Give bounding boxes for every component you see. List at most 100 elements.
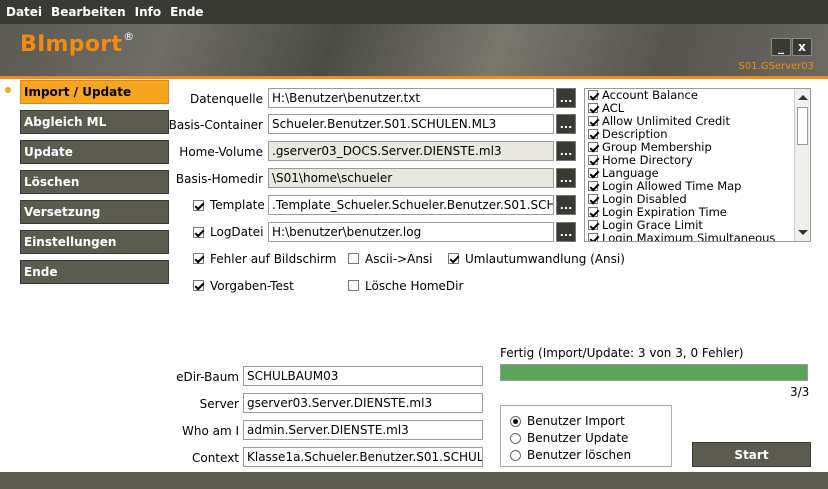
attr-label: Account Balance (602, 88, 698, 102)
accent-line (0, 76, 828, 79)
attr-label: Allow Unlimited Credit (602, 114, 730, 128)
logdatei-input[interactable]: H:\benutzer\benutzer.log (268, 222, 554, 242)
basis-container-input[interactable]: Schueler.Benutzer.S01.SCHULEN.ML3 (268, 114, 554, 134)
nav-versetzung[interactable]: Versetzung (20, 200, 169, 224)
app-name: BImport (20, 32, 123, 57)
server-input[interactable]: gserver03.Server.DIENSTE.ml3 (243, 393, 483, 413)
edir-baum-label: eDir-Baum (176, 370, 239, 384)
datenquelle-browse-button[interactable]: ... (556, 88, 576, 108)
nav-import-update[interactable]: Import / Update (20, 80, 169, 104)
ascii-label: Ascii->Ansi (365, 252, 433, 266)
radio-delete[interactable] (510, 450, 521, 461)
vorgaben-checkbox[interactable] (193, 280, 204, 291)
attr-checkbox[interactable] (588, 168, 598, 178)
datenquelle-label: Datenquelle (190, 92, 263, 106)
vorgaben-label: Vorgaben-Test (210, 279, 294, 293)
radio-update-label[interactable]: Benutzer Update (527, 431, 628, 445)
loesche-homedir-checkbox[interactable] (348, 280, 359, 291)
app-title: BImport® (20, 30, 135, 57)
scroll-up-icon[interactable] (798, 95, 808, 100)
whoami-input[interactable]: admin.Server.DIENSTE.ml3 (243, 420, 483, 440)
template-label: Template (210, 198, 265, 212)
progress-fill (501, 365, 807, 380)
ascii-checkbox[interactable] (348, 253, 359, 264)
registered-mark: ® (123, 30, 135, 43)
home-volume-label: Home-Volume (179, 145, 263, 159)
umlaut-label: Umlautumwandlung (Ansi) (465, 252, 625, 266)
attr-label: Group Membership (602, 140, 712, 154)
basis-homedir-label: Basis-Homedir (175, 172, 263, 186)
nav-ende[interactable]: Ende (20, 260, 169, 284)
menu-ende[interactable]: Ende (170, 5, 203, 19)
status-text: Fertig (Import/Update: 3 von 3, 0 Fehler… (500, 346, 744, 360)
attr-checkbox[interactable] (588, 181, 598, 191)
attr-label: Home Directory (602, 153, 693, 167)
list-item[interactable]: Login Maximum Simultaneous (585, 231, 810, 242)
attr-checkbox[interactable] (588, 220, 598, 230)
nav-loeschen[interactable]: Löschen (20, 170, 169, 194)
attr-checkbox[interactable] (588, 90, 598, 100)
home-volume-input[interactable]: .gserver03_DOCS.Server.DIENSTE.ml3 (268, 141, 554, 161)
menu-info[interactable]: Info (135, 5, 161, 19)
nav-update[interactable]: Update (20, 140, 169, 164)
footer-bar (0, 472, 828, 489)
fehler-checkbox[interactable] (193, 253, 204, 264)
radio-delete-label[interactable]: Benutzer löschen (527, 448, 631, 462)
home-volume-browse-button[interactable]: ... (556, 141, 576, 161)
attribute-list-scrollbar[interactable] (794, 89, 810, 241)
server-label: S01.GServer03 (738, 61, 814, 72)
attr-label: ACL (602, 101, 625, 115)
attr-checkbox[interactable] (588, 142, 598, 152)
radio-update[interactable] (510, 433, 521, 444)
menu-bar: Datei Bearbeiten Info Ende (0, 0, 828, 24)
minimize-button[interactable]: _ (771, 38, 791, 56)
menu-datei[interactable]: Datei (6, 5, 42, 19)
logdatei-checkbox[interactable] (193, 227, 204, 238)
active-bullet-icon (5, 87, 11, 93)
template-input[interactable]: .Template_Schueler.Schueler.Benutzer.S01… (268, 195, 554, 215)
scroll-down-icon[interactable] (798, 230, 808, 235)
datenquelle-input[interactable]: H:\Benutzer\benutzer.txt (268, 88, 554, 108)
loesche-homedir-label: Lösche HomeDir (365, 279, 464, 293)
server-field-label: Server (199, 397, 239, 411)
attr-checkbox[interactable] (588, 103, 598, 113)
basis-homedir-browse-button[interactable]: ... (556, 168, 576, 188)
action-radio-group: Benutzer Import Benutzer Update Benutzer… (500, 405, 672, 467)
template-browse-button[interactable]: ... (556, 195, 576, 215)
umlaut-checkbox[interactable] (448, 253, 459, 264)
logdatei-browse-button[interactable]: ... (556, 222, 576, 242)
start-button[interactable]: Start (692, 442, 811, 467)
attr-label: Login Maximum Simultaneous (602, 231, 776, 242)
attr-label: Login Disabled (602, 192, 687, 206)
progress-count: 3/3 (790, 385, 810, 399)
basis-container-label: Basis-Container (168, 118, 263, 132)
close-button[interactable]: x (792, 38, 812, 56)
attribute-list[interactable]: Account Balance ACL Allow Unlimited Cred… (584, 88, 811, 242)
attr-checkbox[interactable] (588, 129, 598, 139)
basis-container-browse-button[interactable]: ... (556, 114, 576, 134)
attr-checkbox[interactable] (588, 116, 598, 126)
progress-bar (500, 364, 808, 381)
logdatei-label: LogDatei (210, 225, 264, 239)
context-input[interactable]: Klasse1a.Schueler.Benutzer.S01.SCHULEN.M… (243, 447, 483, 467)
template-checkbox[interactable] (193, 200, 204, 211)
attr-label: Login Expiration Time (602, 205, 727, 219)
attr-checkbox[interactable] (588, 233, 598, 241)
attr-checkbox[interactable] (588, 207, 598, 217)
basis-homedir-input[interactable]: \S01\home\schueler (268, 168, 554, 188)
menu-bearbeiten[interactable]: Bearbeiten (51, 5, 126, 19)
whoami-label: Who am I (181, 424, 239, 438)
attr-checkbox[interactable] (588, 194, 598, 204)
edir-baum-input[interactable]: SCHULBAUM03 (243, 366, 483, 386)
radio-import[interactable] (510, 416, 521, 427)
attr-checkbox[interactable] (588, 155, 598, 165)
radio-import-label[interactable]: Benutzer Import (527, 414, 625, 428)
scroll-thumb[interactable] (797, 107, 808, 145)
attr-label: Login Allowed Time Map (602, 179, 742, 193)
nav-einstellungen[interactable]: Einstellungen (20, 230, 169, 254)
context-label: Context (191, 451, 239, 465)
nav-abgleich-ml[interactable]: Abgleich ML (20, 110, 169, 134)
attr-label: Language (602, 166, 659, 180)
app-header: BImport® _ x S01.GServer03 (0, 24, 828, 76)
fehler-label: Fehler auf Bildschirm (210, 252, 337, 266)
